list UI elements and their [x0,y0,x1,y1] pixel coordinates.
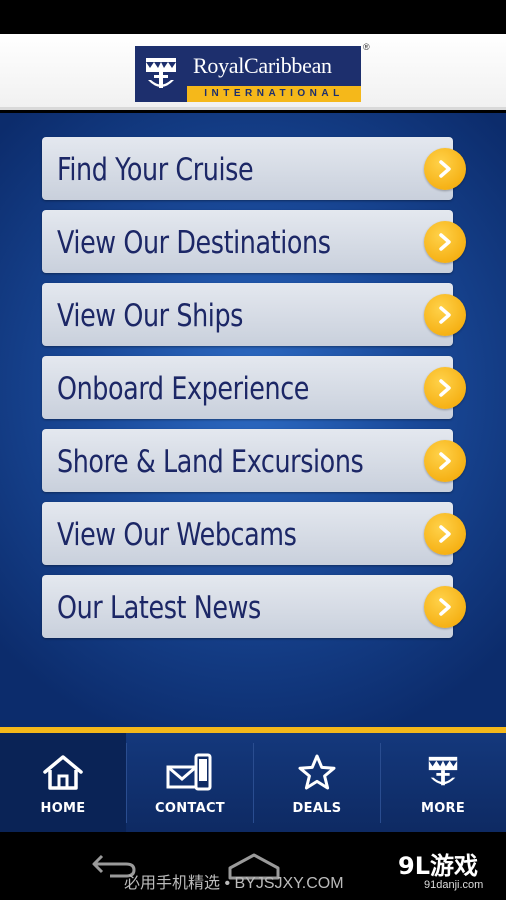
menu-item-onboard-experience[interactable]: Onboard Experience [42,356,466,419]
chevron-right-icon [424,440,466,482]
tab-home[interactable]: HOME [0,733,126,832]
menu-item-label: View Our Ships [57,298,244,334]
home-icon [0,753,126,793]
menu-item-our-latest-news[interactable]: Our Latest News [42,575,466,638]
chevron-right-icon [424,148,466,190]
menu-item-label: View Our Webcams [57,517,297,553]
star-icon [254,753,380,793]
logo-wordmark: RoyalCaribbean [187,46,361,86]
tab-deals[interactable]: DEALS [254,733,380,832]
menu-item-label: Our Latest News [57,590,261,626]
watermark-brand-sub: 91danji.com [424,879,484,891]
main-menu-area: Find Your Cruise View Our Destinations V… [0,113,506,727]
menu-item-view-our-destinations[interactable]: View Our Destinations [42,210,466,273]
chevron-right-icon [424,367,466,409]
royal-caribbean-logo: RoyalCaribbean INTERNATIONAL [135,46,361,102]
watermark-text: 必用手机精选 • BYJSJXY.COM [124,875,344,892]
contact-icon [127,753,253,793]
menu-item-label: Shore & Land Excursions [57,444,364,480]
system-navigation-bar: 必用手机精选 • BYJSJXY.COM 9L游戏 91danji.com [0,832,506,900]
menu-item-label: View Our Destinations [57,225,331,261]
tab-label: HOME [40,801,86,816]
menu-item-label: Find Your Cruise [57,152,254,188]
crown-anchor-logo-icon [135,46,187,102]
bottom-tab-bar: HOME CONTACT DEALS MORE [0,733,506,832]
status-bar [0,0,506,34]
chevron-right-icon [424,586,466,628]
chevron-right-icon [424,294,466,336]
chevron-right-icon [424,513,466,555]
tab-contact[interactable]: CONTACT [127,733,253,832]
menu-item-label: Onboard Experience [57,371,309,407]
menu-item-find-your-cruise[interactable]: Find Your Cruise [42,137,466,200]
tab-label: DEALS [292,801,342,816]
registered-mark: ® [363,42,370,52]
logo-subtitle: INTERNATIONAL [187,86,361,102]
chevron-right-icon [424,221,466,263]
menu-item-view-our-ships[interactable]: View Our Ships [42,283,466,346]
tab-more[interactable]: MORE [380,733,506,832]
watermark-brand: 9L游戏 [398,852,478,880]
app-header: RoyalCaribbean INTERNATIONAL ® [0,34,506,110]
menu-item-shore-land-excursions[interactable]: Shore & Land Excursions [42,429,466,492]
crown-anchor-icon [380,753,506,793]
tab-label: CONTACT [155,801,225,816]
menu-item-view-our-webcams[interactable]: View Our Webcams [42,502,466,565]
tab-label: MORE [420,801,466,816]
